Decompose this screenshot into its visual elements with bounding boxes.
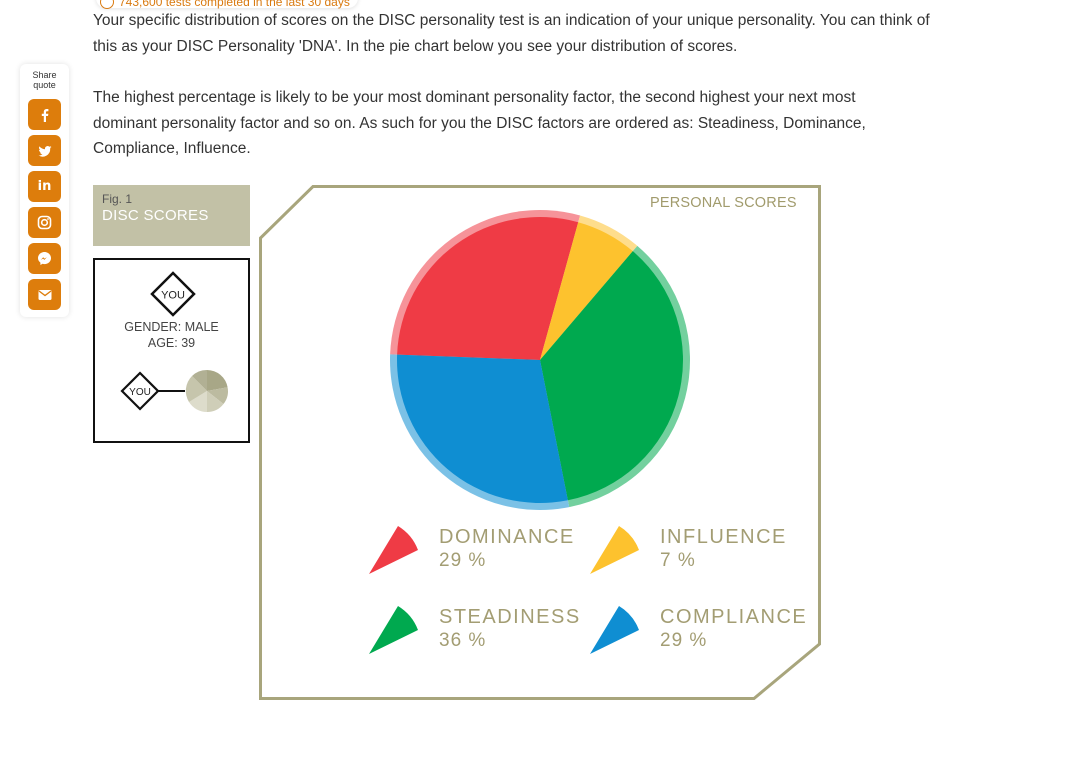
legend-name-dominance: DOMINANCE (439, 526, 575, 548)
figure-label: Fig. 1 DISC SCORES (93, 185, 250, 246)
legend-wedge-compliance-icon (590, 606, 639, 654)
figure-number: Fig. 1 (102, 192, 133, 206)
link-badge-label: YOU (129, 387, 151, 398)
messenger-icon (38, 252, 51, 265)
legend-name-compliance: COMPLIANCE (660, 606, 808, 628)
legend-percent-steadiness: 36 % (439, 630, 487, 651)
legend-wedge-influence-icon (590, 526, 639, 574)
legend-name-steadiness: STEADINESS (439, 606, 581, 628)
legend-percent-dominance: 29 % (439, 550, 487, 571)
you-pie-link: YOU (120, 369, 228, 413)
legend-percent-influence: 7 % (660, 550, 696, 571)
facebook-icon (41, 108, 48, 122)
legend-percent-compliance: 29 % (660, 630, 708, 651)
share-panel: Share quote in (20, 64, 69, 317)
profile-card: YOU GENDER: MALE AGE: 39 YOU (93, 258, 250, 443)
share-instagram-button[interactable] (28, 207, 61, 238)
disc-pie-chart (390, 210, 690, 511)
tests-completed-banner: 743,600 tests completed in the last 30 d… (96, 0, 358, 9)
profile-age: AGE: 39 (147, 336, 196, 350)
twitter-icon (38, 145, 51, 157)
share-facebook-button[interactable] (28, 99, 61, 130)
pie-slice-compliance (397, 354, 568, 503)
share-twitter-button[interactable] (28, 135, 61, 166)
figure-title: DISC SCORES (102, 207, 209, 224)
share-label: Share quote (20, 70, 69, 90)
linkedin-icon: in (37, 179, 52, 194)
intro-paragraph: Your specific distribution of scores on … (93, 12, 930, 55)
legend-wedge-dominance-icon (369, 526, 418, 574)
legend-wedge-steadiness-icon (369, 606, 418, 654)
share-label-line1: Share (32, 70, 57, 80)
mini-pie-icon (185, 369, 228, 413)
legend-name-influence: INFLUENCE (660, 526, 787, 548)
email-icon (38, 289, 51, 300)
share-email-button[interactable] (28, 279, 61, 310)
you-badge-label: YOU (161, 290, 185, 302)
ordering-paragraph: The highest percentage is likely to be y… (93, 89, 866, 157)
share-messenger-button[interactable] (28, 243, 61, 274)
you-badge: YOU (150, 271, 196, 317)
share-label-line2: quote (33, 80, 56, 90)
profile-gender: GENDER: MALE (124, 320, 219, 334)
share-linkedin-button[interactable]: in (28, 171, 61, 202)
instagram-icon (37, 215, 52, 230)
